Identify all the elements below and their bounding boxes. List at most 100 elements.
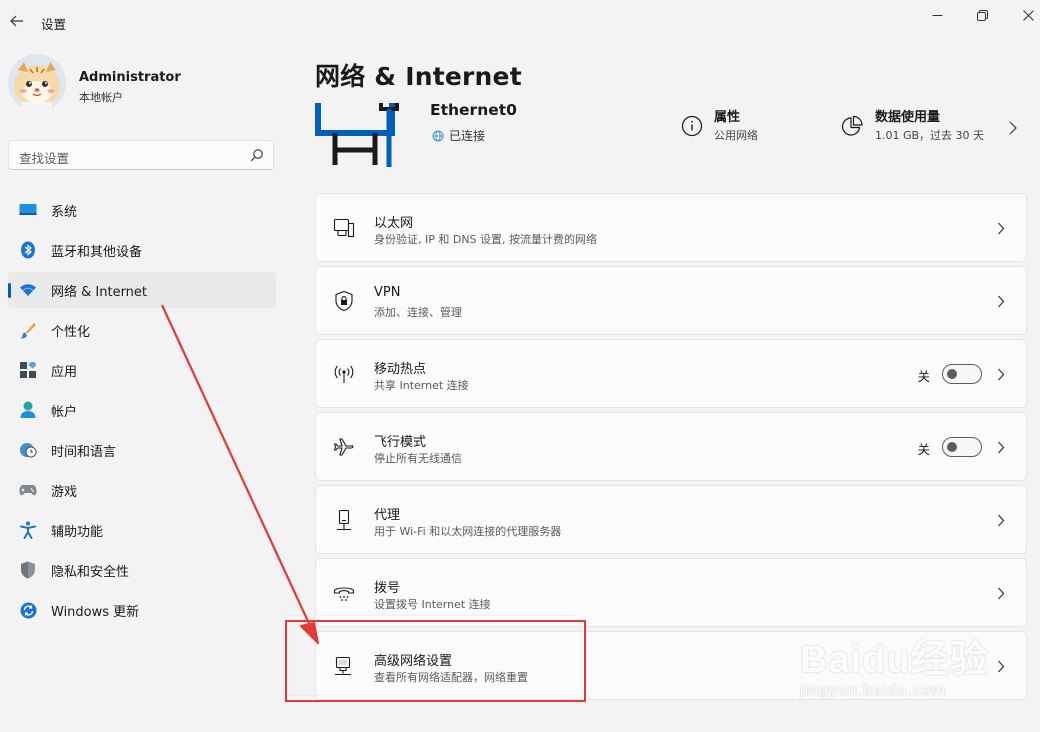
user-profile[interactable]: Administrator 本地帐户 [8,54,278,118]
card-proxy[interactable]: 代理 用于 Wi-Fi 和以太网连接的代理服务器 [315,485,1027,554]
sidebar-item-apps[interactable]: 应用 [8,352,276,388]
chevron-right-icon [998,368,1005,381]
accessibility-icon [19,521,37,539]
chevron-right-icon [998,660,1005,673]
toggle-state-label: 关 [917,442,930,457]
sidebar-item-label: 应用 [51,365,78,380]
chevron-right-icon [998,514,1005,527]
ethernet-status: 已连接 [432,127,485,144]
chevron-right-icon [998,295,1005,308]
minimize-button[interactable] [922,4,952,26]
card-ethernet[interactable]: 以太网 身份验证, IP 和 DNS 设置, 按流量计费的网络 [315,193,1027,262]
toggle-knob [947,442,957,452]
page-title: 网络 & Internet [315,62,522,91]
toggle-knob [947,369,957,379]
card-mobile-hotspot[interactable]: 移动热点 共享 Internet 连接 关 [315,339,1027,408]
back-button[interactable] [6,10,28,32]
profile-name: Administrator [79,70,181,85]
vpn-shield-icon [332,289,356,313]
sidebar-item-label: 网络 & Internet [51,285,148,300]
profile-account-type: 本地帐户 [79,91,123,104]
chevron-right-icon [1009,121,1017,135]
card-airplane-mode[interactable]: 飞行模式 停止所有无线通信 关 [315,412,1027,481]
card-title: 拨号 [374,581,401,596]
card-title: 飞行模式 [374,435,427,450]
ethernet-name: Ethernet0 [430,101,517,119]
card-subtitle: 查看所有网络适配器，网络重置 [374,671,528,684]
sidebar-item-privacy[interactable]: 隐私和安全性 [8,552,276,588]
properties-button[interactable]: 属性 公用网络 [681,105,831,149]
hotspot-icon [332,362,356,386]
update-icon [19,601,37,619]
sidebar-item-label: 帐户 [51,405,78,420]
card-vpn[interactable]: VPN 添加、连接、管理 [315,266,1027,335]
back-arrow-icon [10,15,23,27]
sidebar-item-gaming[interactable]: 游戏 [8,472,276,508]
sidebar-item-personalization[interactable]: 个性化 [8,312,276,348]
sidebar-item-accounts[interactable]: 帐户 [8,392,276,428]
card-title: 移动热点 [374,362,427,377]
sidebar-item-label: 时间和语言 [51,445,117,460]
chevron-right-icon [998,222,1005,235]
airplane-mode-toggle[interactable] [942,437,982,457]
close-button[interactable] [1013,4,1040,26]
sidebar-item-accessibility[interactable]: 辅助功能 [8,512,276,548]
avatar [8,54,66,112]
sidebar-item-windows-update[interactable]: Windows 更新 [8,592,276,628]
proxy-icon [332,508,356,532]
hotspot-toggle[interactable] [942,364,982,384]
search-icon [250,149,263,162]
chevron-right-icon [998,587,1005,600]
sidebar-item-label: 蓝牙和其他设备 [51,245,143,260]
search-placeholder: 查找设置 [19,151,70,166]
ethernet-status-text: 已连接 [449,129,486,143]
shield-icon [19,561,37,579]
apps-icon [19,361,37,379]
pie-chart-icon [841,115,863,136]
properties-sub: 公用网络 [714,129,758,142]
card-advanced-network-settings[interactable]: 高级网络设置 查看所有网络适配器，网络重置 [315,631,1027,700]
bluetooth-icon [19,241,37,259]
settings-list: 以太网 身份验证, IP 和 DNS 设置, 按流量计费的网络 VPN 添加、连… [315,193,1027,704]
chevron-right-icon [998,441,1005,454]
dialup-icon [332,581,356,605]
card-subtitle: 用于 Wi-Fi 和以太网连接的代理服务器 [374,525,562,538]
restore-icon [976,9,988,21]
sidebar-item-label: 游戏 [51,485,78,500]
data-usage-button[interactable]: 数据使用量 1.01 GB，过去 30 天 [841,105,1026,149]
network-adapter-icon [332,654,356,678]
data-usage-sub: 1.01 GB，过去 30 天 [875,129,985,142]
search-input[interactable]: 查找设置 [8,140,274,170]
card-title: VPN [374,285,401,300]
sidebar-item-label: 个性化 [51,325,91,340]
card-subtitle: 共享 Internet 连接 [374,379,469,392]
restore-button[interactable] [967,4,997,26]
sidebar-item-system[interactable]: 系统 [8,192,276,228]
card-subtitle: 设置拨号 Internet 连接 [374,598,491,611]
sidebar-item-label: 辅助功能 [51,525,104,540]
minimize-icon [932,14,942,16]
sidebar-item-time-language[interactable]: 时间和语言 [8,432,276,468]
person-icon [19,401,37,419]
gamepad-icon [19,481,37,499]
card-title: 高级网络设置 [374,654,453,669]
system-icon [19,201,37,219]
card-dial-up[interactable]: 拨号 设置拨号 Internet 连接 [315,558,1027,627]
title-bar: 设置 [0,0,1040,44]
wifi-icon [19,281,37,299]
info-icon [681,115,703,137]
sidebar-item-network[interactable]: 网络 & Internet [8,272,276,308]
properties-title: 属性 [714,110,741,125]
globe-clock-icon [19,441,37,459]
ethernet-header: Ethernet0 已连接 属性 公用网络 数据使用量 1.01 GB，过去 3… [315,100,1026,170]
ethernet-icon [332,216,356,240]
close-icon [1022,9,1034,21]
sidebar-item-label: 系统 [51,205,78,220]
card-subtitle: 停止所有无线通信 [374,452,462,465]
globe-icon [432,130,444,141]
sidebar: 系统 蓝牙和其他设备 网络 & Internet 个性化 应用 帐户 时间和语言… [8,192,276,632]
card-title: 代理 [374,508,401,523]
sidebar-item-label: Windows 更新 [51,605,140,620]
sidebar-item-bluetooth[interactable]: 蓝牙和其他设备 [8,232,276,268]
app-title: 设置 [41,17,67,32]
